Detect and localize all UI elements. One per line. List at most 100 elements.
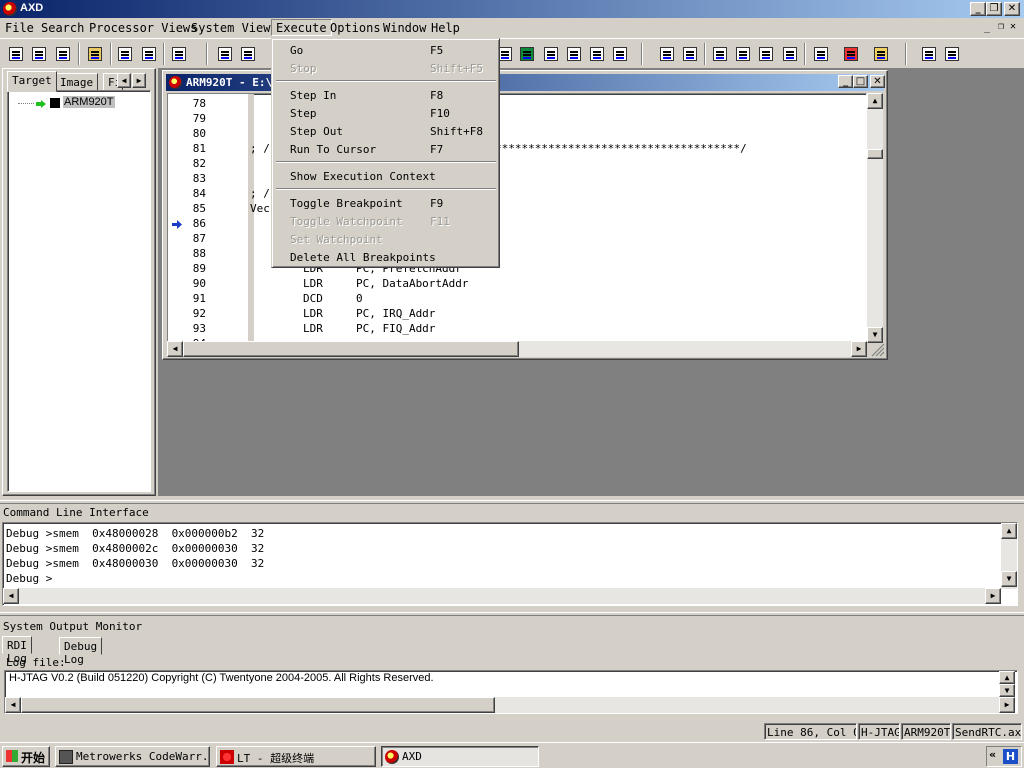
breakpoint-icon[interactable]	[840, 43, 862, 65]
menu-item-step-out[interactable]: Step Out Shift+F8	[276, 122, 496, 140]
toolbar-button[interactable]	[214, 43, 236, 65]
menu-processor-views[interactable]: Processor Views	[89, 21, 197, 35]
scroll-down-icon[interactable]: ▼	[867, 327, 883, 343]
menu-item-step-in[interactable]: Step In F8	[276, 86, 496, 104]
tab-scroll-right-icon[interactable]: ▶	[132, 73, 146, 88]
menu-file[interactable]: File	[5, 21, 34, 35]
toolbar-button[interactable]	[810, 43, 832, 65]
source-hscrollbar[interactable]: ◀ ▶	[167, 341, 867, 357]
toolbar-button[interactable]	[28, 43, 50, 65]
target-tree: ARM920T	[7, 90, 151, 492]
toolbar-button[interactable]	[609, 43, 631, 65]
cli-input-line[interactable]: Debug >	[6, 572, 52, 585]
mdi-close-icon[interactable]: ✕	[1010, 21, 1016, 32]
context-help-icon[interactable]	[941, 43, 963, 65]
stop-icon[interactable]	[679, 43, 701, 65]
tab-debug-log[interactable]: Debug Log	[59, 637, 103, 666]
menu-item-step[interactable]: Step F10	[276, 104, 496, 122]
scroll-up-icon[interactable]: ▲	[1001, 523, 1017, 539]
tab-scroll-left-icon[interactable]: ◀	[117, 73, 131, 88]
cli-header: Command Line Interface	[3, 506, 149, 519]
step-icon[interactable]	[732, 43, 754, 65]
scroll-right-icon[interactable]: ▶	[851, 341, 867, 357]
log-vscrollbar[interactable]: ▲ ▼	[999, 671, 1015, 697]
toolbar-button[interactable]	[5, 43, 27, 65]
mdi-minimize-icon[interactable]: _	[984, 22, 990, 33]
window-minimize-button[interactable]: _	[838, 75, 853, 88]
taskbar-button-axd[interactable]: AXD	[381, 746, 539, 767]
toolbar-button[interactable]	[52, 43, 74, 65]
tab-rdi-log[interactable]: RDI Log	[2, 636, 32, 665]
menu-item-delete-all-breakpoints[interactable]: Delete All Breakpoints	[276, 248, 496, 266]
toolbar-button[interactable]	[168, 43, 190, 65]
scroll-right-icon[interactable]: ▶	[985, 588, 1001, 604]
go-icon[interactable]	[656, 43, 678, 65]
minimize-button[interactable]: _	[970, 2, 986, 16]
tab-target[interactable]: Target	[7, 71, 57, 92]
scroll-down-icon[interactable]: ▼	[999, 684, 1015, 697]
line-number: 88	[192, 247, 206, 260]
source-vscrollbar[interactable]: ▲ ▼	[867, 93, 883, 343]
open-folder-icon[interactable]	[84, 43, 106, 65]
app-title-bar[interactable]: AXD _ ❐ ✕	[0, 0, 1024, 18]
scroll-left-icon[interactable]: ◀	[167, 341, 183, 357]
code-line[interactable]: 93 LDR PC, FIQ_Addr	[168, 322, 866, 337]
tab-image[interactable]: Image	[55, 73, 99, 91]
code-line[interactable]: 92 LDR PC, IRQ_Addr	[168, 307, 866, 322]
menu-item-go[interactable]: Go F5	[276, 41, 496, 59]
menu-window[interactable]: Window	[383, 21, 426, 35]
resize-grip-icon[interactable]	[871, 343, 885, 357]
scroll-left-icon[interactable]: ◀	[3, 588, 19, 604]
menu-help[interactable]: Help	[431, 21, 460, 35]
step-out-icon[interactable]	[755, 43, 777, 65]
toolbar-button[interactable]	[237, 43, 259, 65]
cli-hscrollbar[interactable]: ◀ ▶	[3, 588, 1001, 604]
scroll-right-icon[interactable]: ▶	[999, 697, 1015, 713]
code-line[interactable]: 91 DCD 0	[168, 292, 866, 307]
toolbar-button[interactable]	[114, 43, 136, 65]
step-in-icon[interactable]	[709, 43, 731, 65]
taskbar-button-codewarrior[interactable]: Metrowerks CodeWarr...	[55, 746, 210, 767]
code-text: Vec	[250, 202, 270, 215]
scroll-thumb[interactable]	[867, 149, 883, 159]
help-icon[interactable]	[918, 43, 940, 65]
tree-item-arm920t[interactable]: ARM920T	[63, 96, 115, 108]
tray-expand-icon[interactable]: «	[989, 748, 996, 761]
menu-item-run-to-cursor[interactable]: Run To Cursor F7	[276, 140, 496, 158]
window-close-button[interactable]: ✕	[870, 75, 885, 88]
menu-item-show-execution-context[interactable]: Show Execution Context	[276, 167, 496, 185]
hscroll-thumb[interactable]	[21, 697, 495, 713]
cli-line: Debug >smem 0x48000028 0x000000b2 32	[6, 527, 265, 540]
taskbar-button-hyperterminal[interactable]: LT - 超级终端	[216, 746, 376, 767]
menu-search[interactable]: Search	[41, 21, 84, 35]
toolbar-button[interactable]	[563, 43, 585, 65]
toolbar-button[interactable]	[586, 43, 608, 65]
log-output[interactable]: H-JTAG V0.2 (Build 051220) Copyright (C)…	[4, 670, 1018, 714]
start-button[interactable]: 开始	[2, 746, 50, 767]
hscroll-thumb[interactable]	[183, 341, 519, 357]
menu-item-toggle-breakpoint[interactable]: Toggle Breakpoint F9	[276, 194, 496, 212]
menu-execute[interactable]: Execute	[271, 19, 332, 36]
window-maximize-button[interactable]: □	[853, 75, 868, 88]
source-window-icon	[169, 76, 182, 89]
scroll-down-icon[interactable]: ▼	[1001, 571, 1017, 587]
scroll-up-icon[interactable]: ▲	[999, 671, 1015, 684]
toolbar-button[interactable]	[540, 43, 562, 65]
scroll-left-icon[interactable]: ◀	[5, 697, 21, 713]
restore-button[interactable]: ❐	[986, 2, 1002, 16]
cli-output[interactable]: Debug >smem 0x48000028 0x000000b2 32 Deb…	[2, 522, 1018, 606]
run-to-cursor-icon[interactable]	[779, 43, 801, 65]
scroll-up-icon[interactable]: ▲	[867, 93, 883, 109]
mdi-restore-icon[interactable]: ❐	[998, 21, 1004, 32]
toolbar-button[interactable]	[138, 43, 160, 65]
menu-options[interactable]: Options	[330, 21, 381, 35]
menu-system-views[interactable]: System Views	[191, 21, 278, 35]
log-hscrollbar[interactable]: ◀ ▶	[5, 697, 1015, 713]
log-line: H-JTAG V0.2 (Build 051220) Copyright (C)…	[9, 672, 434, 684]
code-line[interactable]: 90 LDR PC, DataAbortAddr	[168, 277, 866, 292]
hjtag-tray-icon[interactable]: H	[1003, 749, 1018, 764]
cli-vscrollbar[interactable]: ▲ ▼	[1001, 523, 1017, 589]
toolbar-button[interactable]	[516, 43, 538, 65]
close-button[interactable]: ✕	[1004, 2, 1020, 16]
hourglass-icon[interactable]	[870, 43, 892, 65]
